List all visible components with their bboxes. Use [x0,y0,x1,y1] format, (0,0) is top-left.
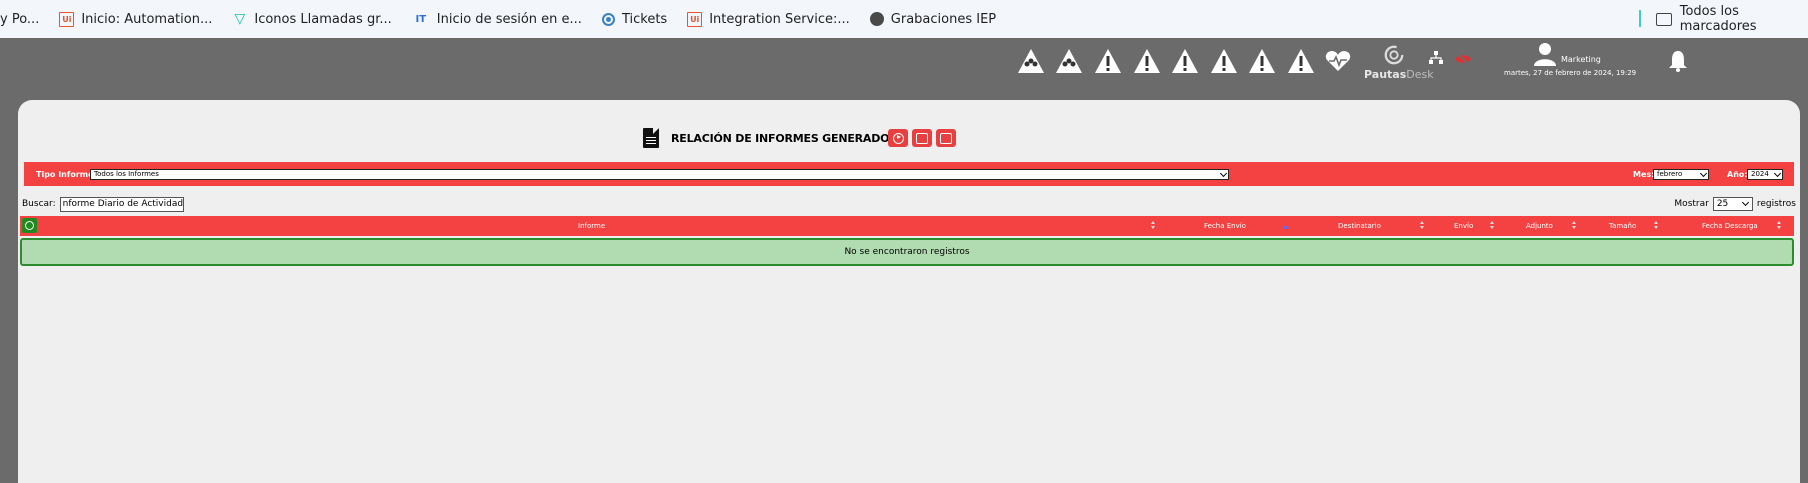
sort-icon[interactable] [1654,221,1659,231]
table-header: Informe Fecha Envío Destinatario Envío A… [20,216,1794,236]
bookmark-item[interactable]: y Po... [0,12,39,27]
sort-icon[interactable] [1151,221,1156,231]
anio-label: Año: [1727,170,1748,179]
anio-value: 2024 [1751,170,1769,178]
page-title: RELACIÓN DE INFORMES GENERADOS [671,131,898,145]
uipath-icon: Ui [687,11,703,27]
bell-icon[interactable] [1668,50,1688,72]
all-bookmarks-label: Todos los marcadores [1679,4,1757,34]
bookmark-label: Tickets [621,11,668,27]
uipath-icon: Ui [59,11,75,27]
bookmarks-bar: y Po... Ui Inicio: Automation... ▽ Icono… [0,0,1808,38]
calendar-range-button[interactable] [936,129,956,147]
ring-icon [25,221,34,230]
v-logo-icon: ▽ [234,11,246,27]
calendar-icon [916,132,928,144]
column-header-envio[interactable]: Envío [1454,222,1473,230]
calendar-icon [940,132,952,144]
warning-icon[interactable] [1287,48,1315,74]
mes-value: febrero [1657,170,1683,178]
play-button[interactable] [888,129,908,147]
globe-icon [869,12,884,26]
bookmark-item[interactable]: Ui Integration Service:... [687,11,850,27]
column-header-fecha-envio[interactable]: Fecha Envío [1204,222,1246,230]
page-size-row: Mostrar 25 registros [1674,196,1796,212]
select-all-toggle[interactable] [22,218,37,233]
warning-icon[interactable] [1171,48,1199,74]
chevron-down-icon [1699,169,1708,178]
main-panel: RELACIÓN DE INFORMES GENERADOS Tipo Info… [18,100,1800,483]
sort-icon[interactable] [1490,221,1495,231]
bookmark-label: Integration Service:... [709,11,850,27]
ticket-icon [601,12,615,26]
search-label: Buscar: [22,199,56,209]
warning-icon[interactable] [1094,48,1122,74]
page-size-select[interactable]: 25 [1712,197,1753,211]
empty-table-row: No se encontraron registros [20,238,1794,266]
it-logo-icon: IT [415,13,427,25]
all-bookmarks-button[interactable]: Todos los marcadores [1656,0,1808,38]
pautasdesk-logo: PautasDesk [1364,44,1434,84]
chevron-down-icon [1741,198,1749,207]
show-label: Mostrar [1674,199,1709,209]
chevron-down-icon [1773,169,1782,178]
chevron-down-icon [1219,169,1228,178]
column-header-fecha-descarga[interactable]: Fecha Descarga [1702,222,1758,230]
bookmark-label: Inicio: Automation... [81,11,213,27]
bookmark-label: Iconos Llamadas gr... [254,11,392,27]
show-suffix: registros [1756,199,1796,209]
bookmark-item[interactable]: Grabaciones IEP [869,11,997,27]
bookmark-label: Grabaciones IEP [890,11,997,27]
bookmark-item[interactable]: ▽ Iconos Llamadas gr... [232,11,392,27]
column-header-tamano[interactable]: Tamaño [1609,222,1636,230]
network-icon[interactable] [1429,50,1443,64]
filter-bar: Tipo Informe: Todos los Informes Mes: fe… [24,162,1794,186]
page-title-wrap: RELACIÓN DE INFORMES GENERADOS [643,126,897,150]
user-name: Marketing [1561,55,1601,64]
logo-text-desk: Desk [1406,68,1434,81]
column-header-informe[interactable]: Informe [578,222,605,230]
bookmark-item[interactable]: IT Inicio de sesión en e... [412,12,582,27]
warning-icon[interactable] [1133,48,1161,74]
sort-indicator [1284,226,1288,229]
warning-icon[interactable] [1210,48,1238,74]
mes-label: Mes: [1633,170,1655,179]
column-header-adjunto[interactable]: Adjunto [1526,222,1553,230]
bookmark-label: Inicio de sesión en e... [436,11,582,27]
page-size-value: 25 [1716,199,1729,209]
user-avatar-icon[interactable] [1533,42,1557,66]
logo-swirl-icon [1384,45,1404,65]
sort-icon[interactable] [1420,221,1425,231]
tipo-informe-select[interactable]: Todos los Informes [90,169,1229,180]
app-header: PautasDesk Marketing martes, 27 de febre… [0,38,1808,100]
heartbeat-icon[interactable] [1325,50,1351,72]
sort-icon[interactable] [1777,221,1782,231]
bookmark-label: y Po... [0,11,40,27]
alert-group-icon[interactable] [1055,48,1083,74]
bookmarks-divider [1639,10,1641,27]
sort-icon[interactable] [1572,221,1577,231]
hidden-eye-icon[interactable] [1454,51,1472,66]
calendar-button[interactable] [912,129,932,147]
current-date: martes, 27 de febrero de 2024, 19:29 [1504,69,1637,77]
logo-text-pautas: Pautas [1364,68,1407,81]
tipo-informe-value: Todos los Informes [94,170,159,178]
column-header-destinatario[interactable]: Destinatario [1338,222,1381,230]
search-row: Buscar: nforme Diario de Actividad [22,196,184,212]
folder-icon [1656,12,1672,26]
search-input[interactable]: nforme Diario de Actividad [59,196,184,212]
warning-icon[interactable] [1248,48,1276,74]
play-icon [892,132,904,144]
document-icon [643,128,659,148]
mes-select[interactable]: febrero [1653,169,1709,180]
tipo-informe-label: Tipo Informe: [36,170,97,179]
alert-group-icon[interactable] [1017,48,1045,74]
bookmark-item[interactable]: Ui Inicio: Automation... [59,11,213,27]
anio-select[interactable]: 2024 [1747,169,1783,180]
bookmark-item[interactable]: Tickets [601,11,668,27]
